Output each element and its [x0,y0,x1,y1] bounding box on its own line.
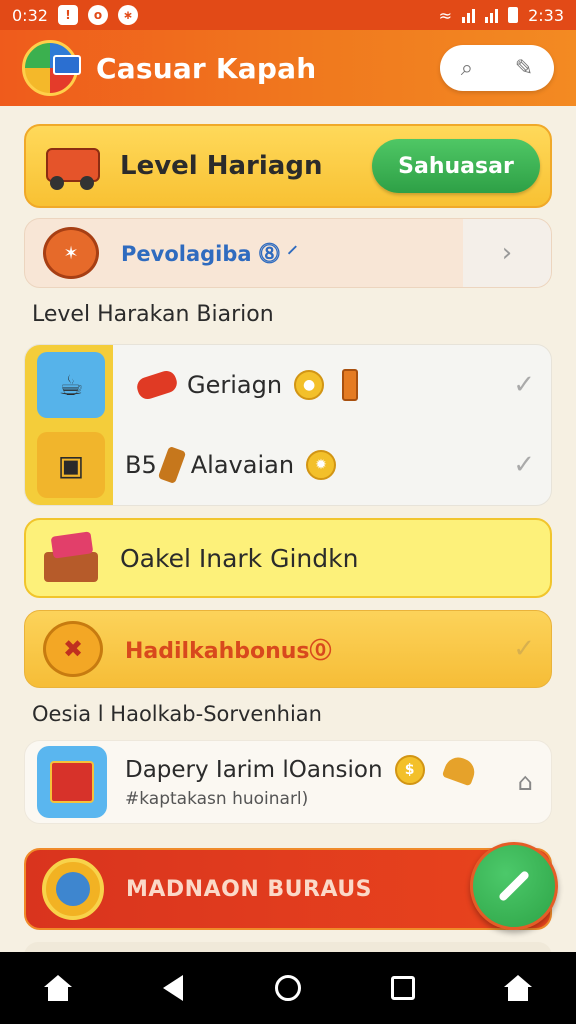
battery-icon [508,7,519,23]
bluetooth-icon: ∗ [117,5,138,25]
level-card-title: Level Hariagn [120,151,323,181]
promo-text: Pevolagiba ⓼ ⸍ [121,242,298,266]
product-card[interactable]: Dapery Iarim lOansion $ #kaptakasn huoin… [24,740,552,824]
home-circle-icon[interactable] [268,968,308,1008]
offer-card[interactable]: Oakel Inark Gindkn [24,518,552,598]
level-action-button[interactable]: Sahuasar [372,139,540,193]
check-icon[interactable]: ✓ [513,370,535,400]
signal-icon-2 [485,7,499,23]
promo-card[interactable]: ✶ Pevolagiba ⓼ ⸍ › [24,218,552,288]
app-header: Casuar Kapah ⌕ ✎ [0,30,576,106]
pencil-icon [497,869,531,903]
wifi-icon: ≈ [438,5,453,25]
signal-icon [462,7,476,23]
chevron-right-icon[interactable]: › [463,219,551,287]
profile-icon[interactable] [498,968,538,1008]
home-icon[interactable] [38,968,78,1008]
truck-icon [42,140,104,192]
list-item[interactable]: ▣ B5 Alavaian ✹ ✓ [25,425,551,505]
bonus-card[interactable]: ✖ Hadilkahbonus⓪ ✓ [24,610,552,688]
status-bar: 0:32 ! o ∗ ≈ 2:33 [0,0,576,30]
list-item-label: Alavaian [190,451,295,479]
edit-icon[interactable]: ✎ [515,56,533,81]
status-time-right: 2:33 [528,5,564,25]
bonus-card-title: Hadilkahbonus⓪ [125,639,332,664]
circle-icon: o [87,5,108,25]
product-subtitle: #kaptakasn huoinarl) [125,789,309,809]
section-title-levels: Level Harakan Biarion [32,302,274,327]
gift-box-icon [37,746,107,818]
check-icon[interactable]: ✓ [513,634,535,664]
section-title-services: Oesia l Haolkab-Sorvenhian [32,702,322,726]
back-icon[interactable] [153,968,193,1008]
bell-icon [441,753,478,787]
navigation-bar [0,952,576,1024]
alert-icon: ! [57,5,78,25]
home-outline-icon[interactable]: ⌂ [518,768,533,796]
level-card[interactable]: Level Hariagn Sahuasar [24,124,552,208]
check-icon[interactable]: ✓ [513,450,535,480]
coin-icon: ● [294,370,325,400]
dollar-coin-icon: $ [394,755,425,785]
list-item-prefix: B5 [125,451,157,479]
bonus-banner-title: MADNAON BURAUS [126,876,373,902]
treasure-box-icon [44,530,104,586]
jar-icon [342,369,359,401]
star-coin-icon: ✹ [306,450,337,480]
offer-card-title: Oakel Inark Gindkn [120,543,359,573]
app-title: Casuar Kapah [96,51,317,85]
app-logo [22,40,81,96]
pizza-icon: ✶ [43,227,99,279]
radio-icon: ▣ [37,432,105,498]
level-list: ☕ Geriagn ● ✓ ▣ B5 Alavaian ✹ ✓ [24,344,552,506]
alarm-clock-icon: ✖ [43,621,103,677]
search-icon[interactable]: ⌕ [461,56,473,81]
product-title: Dapery Iarim lOansion [125,757,383,783]
pencil-icon [157,445,187,485]
recents-icon[interactable] [383,968,423,1008]
gear-coin-icon [42,858,104,920]
edit-fab-button[interactable] [470,842,558,930]
list-item-label: Geriagn [187,371,283,399]
header-actions: ⌕ ✎ [440,45,554,91]
status-time-left: 0:32 [12,5,48,25]
list-item[interactable]: ☕ Geriagn ● ✓ [25,345,551,425]
candy-icon [134,368,180,402]
drink-icon: ☕ [37,352,105,418]
